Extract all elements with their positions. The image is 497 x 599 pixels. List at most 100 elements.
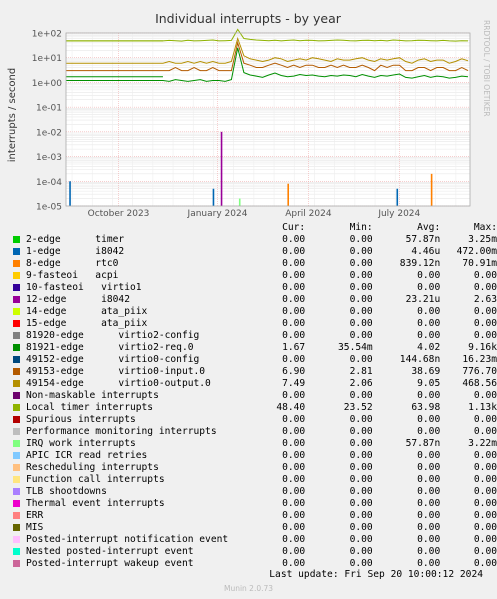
- legend-row: 14-edge ata_piix 0.00 0.00 0.00 0.00: [10, 306, 497, 318]
- legend-max: 0.00: [473, 510, 497, 521]
- legend-label: Function call interrupts: [26, 474, 165, 485]
- legend-avg: 839.12n: [399, 258, 441, 269]
- legend-label: 81920-edge virtio2-config: [26, 330, 200, 341]
- legend-cur: 0.00: [282, 522, 306, 533]
- y-tick-label: 1e-05: [36, 203, 62, 213]
- legend-row: 81920-edge virtio2-config 0.00 0.00 0.00 0.0…: [10, 330, 497, 342]
- legend-avg: 0.00: [417, 534, 441, 545]
- legend-swatch: [13, 427, 20, 435]
- legend-min: 0.00: [349, 462, 373, 473]
- legend-avg: 63.98: [411, 402, 441, 413]
- legend-label: 9-fasteoi acpi: [26, 270, 119, 281]
- legend-swatch: [13, 403, 20, 411]
- legend-label: Spurious interrupts: [26, 414, 136, 425]
- legend-cur: 0.00: [282, 414, 306, 425]
- legend-swatch: [13, 367, 20, 375]
- legend-row: APIC ICR read retries 0.00 0.00 0.00 0.00: [10, 450, 497, 462]
- legend-avg: 0.00: [417, 414, 441, 425]
- legend-max: 0.00: [473, 486, 497, 497]
- legend-max: 0.00: [473, 534, 497, 545]
- legend-row: Local timer interrupts 48.40 23.52 63.98 1.1…: [10, 402, 497, 414]
- legend-label: Performance monitoring interrupts: [26, 426, 217, 437]
- legend-swatch: [13, 343, 20, 351]
- legend-label: IRQ work interrupts: [26, 438, 136, 449]
- legend-cur: 0.00: [282, 534, 306, 545]
- legend-avg: 57.87n: [405, 234, 441, 245]
- legend-cur: 0.00: [282, 294, 306, 305]
- legend-avg: 4.02: [417, 342, 441, 353]
- legend-cur: 0.00: [282, 306, 306, 317]
- legend-min: 2.81: [349, 366, 373, 377]
- legend-cur: 0.00: [282, 474, 306, 485]
- legend-max: 2.63: [473, 294, 497, 305]
- legend-max: 0.00: [473, 330, 497, 341]
- legend-min: 0.00: [349, 306, 373, 317]
- legend-label: 81921-edge virtio2-req.0: [26, 342, 194, 353]
- legend-min: 0.00: [349, 390, 373, 401]
- legend-swatch: [13, 331, 20, 339]
- legend-label: Rescheduling interrupts: [26, 462, 159, 473]
- legend-row: Rescheduling interrupts 0.00 0.00 0.00 0.00: [10, 462, 497, 474]
- legend-max: 0.00: [473, 426, 497, 437]
- legend-row: Thermal event interrupts 0.00 0.00 0.00 0.00: [10, 498, 497, 510]
- legend-avg: 0.00: [417, 306, 441, 317]
- legend-max: 776.70: [462, 366, 497, 377]
- legend-max: 0.00: [473, 270, 497, 281]
- legend-label: MIS: [26, 522, 44, 533]
- legend-cur: 0.00: [282, 486, 306, 497]
- legend-min: 0.00: [349, 246, 373, 257]
- legend-row: 15-edge ata_piix 0.00 0.00 0.00 0.00: [10, 318, 497, 330]
- legend-avg: 0.00: [417, 390, 441, 401]
- legend-avg: 0.00: [417, 282, 441, 293]
- legend-cur: 0.00: [282, 426, 306, 437]
- legend-cur: 0.00: [282, 258, 306, 269]
- legend-cur: 0.00: [282, 498, 306, 509]
- legend-avg: 0.00: [417, 270, 441, 281]
- legend-min: 0.00: [349, 354, 373, 365]
- legend-swatch: [13, 547, 20, 555]
- legend-cur: 0.00: [282, 450, 306, 461]
- y-axis-label: interrupts / second: [7, 68, 18, 162]
- legend-cur: 0.00: [282, 330, 306, 341]
- legend-max: 0.00: [473, 546, 497, 557]
- legend-row: ERR 0.00 0.00 0.00 0.00: [10, 510, 497, 522]
- legend-min: 0.00: [349, 450, 373, 461]
- x-tick-label: April 2024: [285, 209, 332, 219]
- legend-min: 0.00: [349, 486, 373, 497]
- legend-row: 81921-edge virtio2-req.0 1.67 35.54m 4.02 9.…: [10, 342, 497, 354]
- legend-avg: 9.05: [417, 378, 441, 389]
- legend-max: 0.00: [473, 498, 497, 509]
- x-tick-label: October 2023: [88, 209, 150, 219]
- legend-avg: 0.00: [417, 510, 441, 521]
- legend-avg: 0.00: [417, 462, 441, 473]
- legend-row: 12-edge i8042 0.00 0.00 23.21u 2.63: [10, 294, 497, 306]
- legend-row: 10-fasteoi virtio1 0.00 0.00 0.00 0.00: [10, 282, 497, 294]
- legend-cur: 0.00: [282, 318, 306, 329]
- legend-row: 1-edge i8042 0.00 0.00 4.46u 472.00m: [10, 246, 497, 258]
- legend-swatch: [13, 439, 20, 447]
- legend-row: 2-edge timer 0.00 0.00 57.87n 3.25m: [10, 234, 497, 246]
- legend-row: 49154-edge virtio0-output.0 7.49 2.06 9.05 4…: [10, 378, 497, 390]
- legend-min: 0.00: [349, 498, 373, 509]
- legend-label: ERR: [26, 510, 44, 521]
- legend-cur: 48.40: [276, 402, 306, 413]
- legend-min: 23.52: [343, 402, 373, 413]
- legend-row: 9-fasteoi acpi 0.00 0.00 0.00 0.00: [10, 270, 497, 282]
- legend-min: 0.00: [349, 318, 373, 329]
- legend-swatch: [13, 307, 20, 315]
- legend-row: IRQ work interrupts 0.00 0.00 57.87n 3.22m: [10, 438, 497, 450]
- legend-label: 49153-edge virtio0-input.0: [26, 366, 206, 377]
- legend-table: Cur: Min: Avg: Max: 2-edge timer 0.00 0.00…: [10, 222, 497, 570]
- legend-label: Non-maskable interrupts: [26, 390, 159, 401]
- legend-min: 0.00: [349, 414, 373, 425]
- legend-swatch: [13, 511, 20, 519]
- legend-min: 35.54m: [338, 342, 373, 353]
- legend-label: 49152-edge virtio0-config: [26, 354, 200, 365]
- legend-label: 2-edge timer: [26, 234, 125, 245]
- legend-swatch: [13, 391, 20, 399]
- legend-max: 3.25m: [468, 234, 497, 245]
- legend-label: Posted-interrupt wakeup event: [26, 558, 194, 569]
- legend-swatch: [13, 259, 20, 267]
- y-tick-label: 1e-03: [36, 153, 62, 163]
- legend-label: 10-fasteoi virtio1: [26, 282, 142, 293]
